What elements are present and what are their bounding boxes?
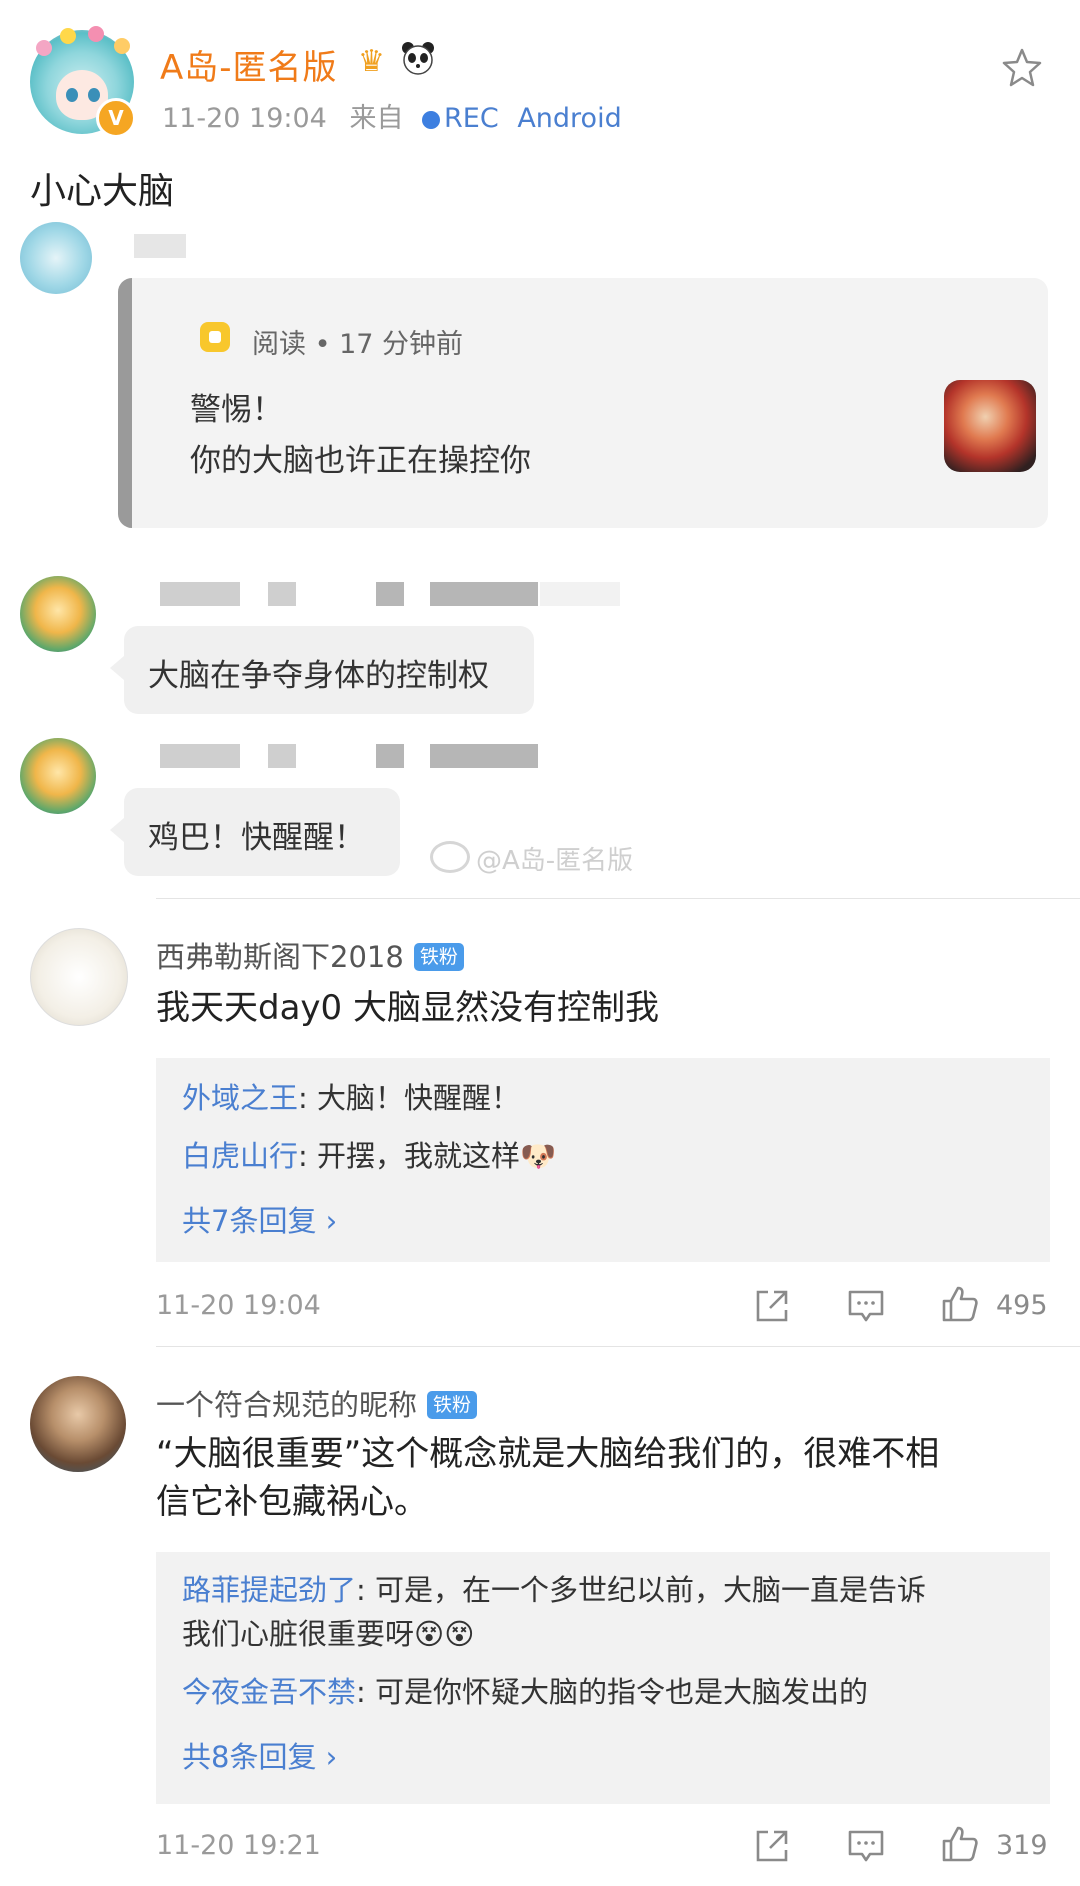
comment-icon[interactable] bbox=[846, 1286, 886, 1326]
blurred-name bbox=[134, 234, 186, 258]
more-replies-link[interactable]: 共8条回复 › bbox=[182, 1734, 337, 1776]
post-source[interactable]: REC bbox=[444, 103, 499, 134]
star-icon[interactable] bbox=[1000, 46, 1044, 90]
share-icon[interactable] bbox=[752, 1826, 792, 1866]
blurred-name bbox=[430, 744, 538, 768]
post-text: 小心大脑 bbox=[30, 171, 175, 212]
commenter-name[interactable]: 西弗勒斯阁下2018 铁粉 bbox=[156, 934, 464, 976]
more-replies-link[interactable]: 共7条回复 › bbox=[182, 1198, 337, 1240]
post-time: 11-20 19:04 bbox=[162, 103, 327, 134]
reply-item[interactable]: 白虎山行: 开摆，我就这样🐶 bbox=[182, 1134, 556, 1178]
reply-box[interactable]: 外域之王: 大脑！快醒醒！ 白虎山行: 开摆，我就这样🐶 共7条回复 › bbox=[156, 1058, 1050, 1262]
like-icon[interactable] bbox=[940, 1824, 980, 1864]
panda-icon bbox=[402, 42, 434, 75]
bubble-text: 大脑在争夺身体的控制权 bbox=[148, 658, 489, 694]
comment-time: 11-20 19:21 bbox=[156, 1830, 321, 1861]
brain-thumbnail bbox=[944, 380, 1036, 472]
share-icon[interactable] bbox=[752, 1286, 792, 1326]
like-icon[interactable] bbox=[940, 1284, 980, 1324]
crown-icon: ♛ bbox=[358, 44, 385, 79]
iron-fan-badge: 铁粉 bbox=[427, 1391, 478, 1419]
divider bbox=[156, 1346, 1080, 1347]
card-headline: 警惕！ bbox=[190, 392, 283, 428]
article-card: 阅读 • 17 分钟前 警惕！ 你的大脑也许正在操控你 bbox=[118, 278, 1048, 528]
reply-author[interactable]: 今夜金吾不禁 bbox=[182, 1675, 356, 1709]
weibo-logo-icon bbox=[430, 841, 470, 873]
reply-author[interactable]: 白虎山行 bbox=[182, 1139, 298, 1173]
comment-text: “大脑很重要”这个概念就是大脑给我们的，很难不相 信它补包藏祸心。 bbox=[156, 1434, 940, 1522]
card-subtitle: 你的大脑也许正在操控你 bbox=[190, 443, 531, 479]
divider bbox=[156, 898, 1080, 899]
blurred-name bbox=[268, 744, 296, 768]
verified-badge-icon: V bbox=[96, 98, 136, 138]
blurred-name bbox=[540, 582, 620, 606]
screenshot-avatar bbox=[20, 576, 96, 652]
reply-author[interactable]: 路菲提起劲了 bbox=[182, 1573, 356, 1607]
card-meta: 阅读 • 17 分钟前 bbox=[252, 329, 464, 360]
chat-bubble: 大脑在争夺身体的控制权 bbox=[110, 626, 534, 714]
reply-author[interactable]: 外域之王 bbox=[182, 1081, 298, 1115]
post-meta: 11-20 19:04 来自 REC Android bbox=[162, 96, 622, 135]
reply-item[interactable]: 外域之王: 大脑！快醒醒！ bbox=[182, 1076, 520, 1120]
comment-text: 我天天day0 大脑显然没有控制我 bbox=[156, 988, 659, 1028]
commenter-avatar[interactable] bbox=[30, 1376, 126, 1472]
blurred-name bbox=[160, 582, 240, 606]
iron-fan-badge: 铁粉 bbox=[413, 943, 464, 971]
commenter-name[interactable]: 一个符合规范的昵称 铁粉 bbox=[156, 1382, 478, 1424]
like-count: 319 bbox=[996, 1830, 1048, 1861]
blurred-name bbox=[430, 582, 538, 606]
screenshot-avatar bbox=[20, 738, 96, 814]
reading-app-icon bbox=[200, 322, 230, 352]
rec-dot-icon bbox=[422, 111, 441, 129]
blurred-name bbox=[268, 582, 296, 606]
blurred-name bbox=[160, 744, 240, 768]
bubble-text: 鸡巴！快醒醒！ bbox=[148, 820, 365, 856]
commenter-avatar[interactable] bbox=[30, 928, 128, 1026]
comment-icon[interactable] bbox=[846, 1826, 886, 1866]
post-device[interactable]: Android bbox=[517, 103, 621, 134]
from-label: 来自 bbox=[349, 103, 404, 134]
like-count: 495 bbox=[996, 1290, 1048, 1321]
author-name[interactable]: A岛-匿名版 bbox=[160, 40, 338, 89]
reply-item[interactable]: 路菲提起劲了: 可是，在一个多世纪以前，大脑一直是告诉 我们心脏很重要呀😵😵 bbox=[182, 1568, 926, 1656]
blurred-name bbox=[376, 744, 404, 768]
blurred-name bbox=[376, 582, 404, 606]
reply-item[interactable]: 今夜金吾不禁: 可是你怀疑大脑的指令也是大脑发出的 bbox=[182, 1670, 868, 1714]
watermark: @A岛-匿名版 bbox=[430, 840, 633, 877]
reply-box[interactable]: 路菲提起劲了: 可是，在一个多世纪以前，大脑一直是告诉 我们心脏很重要呀😵😵 今… bbox=[156, 1552, 1050, 1804]
screenshot-avatar bbox=[20, 222, 92, 294]
chat-bubble: 鸡巴！快醒醒！ bbox=[110, 788, 400, 876]
comment-time: 11-20 19:04 bbox=[156, 1290, 321, 1321]
